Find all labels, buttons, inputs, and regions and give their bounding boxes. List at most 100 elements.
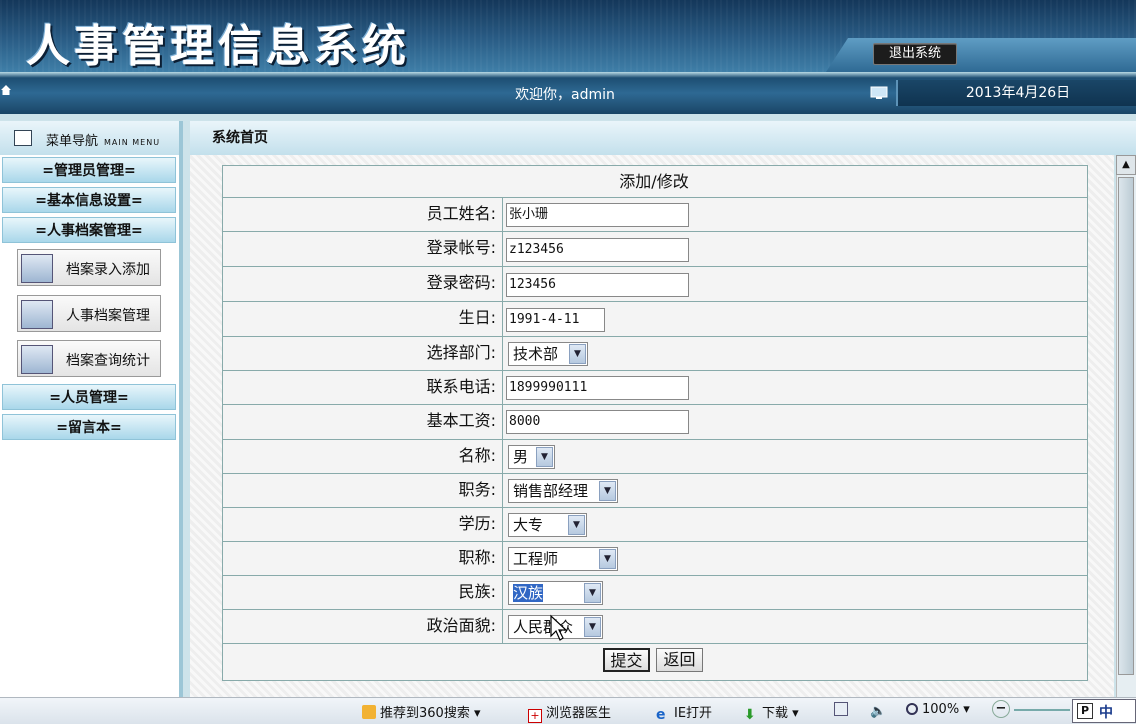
menu-title: 菜单导航 MAIN MENU — [46, 130, 160, 149]
status-label: 推荐到360搜索 — [380, 706, 470, 721]
job-title-select[interactable]: 工程师 ▼ — [508, 547, 618, 571]
status-download[interactable]: ⬇ 下载 ▾ — [744, 702, 799, 722]
dropdown-arrow-icon[interactable]: ▼ — [568, 515, 585, 535]
position-select[interactable]: 销售部经理 ▼ — [508, 479, 618, 503]
form-row-account: 登录帐号: z123456 — [222, 231, 1088, 266]
form-row-name: 员工姓名: 张小珊 — [222, 197, 1088, 232]
current-date: 2013年4月26日 — [896, 80, 1136, 106]
speaker-icon: 🔈 — [870, 704, 887, 719]
status-ie-open[interactable]: e IE打开 — [656, 702, 712, 722]
dropdown-arrow-icon[interactable]: ▼ — [584, 617, 601, 637]
dropdown-arrow-icon[interactable]: ▼ — [536, 447, 553, 467]
sidebar-category-personnel[interactable]: =人员管理= — [2, 384, 176, 410]
field-label: 登录密码: — [222, 267, 503, 301]
sidebar-category-guestbook[interactable]: =留言本= — [2, 414, 176, 440]
browser-status-bar: 推荐到360搜索 ▾ + 浏览器医生 e IE打开 ⬇ 下载 ▾ 🔈 100% ▾ − — [0, 697, 1136, 724]
logout-button[interactable]: 退出系统 — [873, 43, 957, 65]
status-zoom[interactable]: 100% ▾ — [906, 702, 970, 717]
field-label: 职称: — [222, 542, 503, 576]
menu-title-text: 菜单导航 — [46, 134, 99, 149]
gender-select[interactable]: 男 ▼ — [508, 445, 555, 469]
dropdown-arrow-icon[interactable]: ▼ — [584, 583, 601, 603]
field-label: 生日: — [222, 302, 503, 336]
form-row-position: 职务: 销售部经理 ▼ — [222, 473, 1088, 508]
birthday-input[interactable]: 1991-4-11 — [506, 308, 605, 332]
login-account-input[interactable]: z123456 — [506, 238, 689, 262]
user-card-icon — [21, 345, 53, 374]
form-row-title: 职称: 工程师 ▼ — [222, 541, 1088, 576]
ime-indicator[interactable]: P 中 — [1072, 699, 1136, 723]
scroll-up-icon[interactable]: ▲ — [1116, 155, 1136, 175]
ie-icon: e — [656, 707, 666, 723]
field-label: 名称: — [222, 440, 503, 474]
mouse-cursor-icon — [550, 614, 568, 641]
form-row-department: 选择部门: 技术部 ▼ — [222, 336, 1088, 371]
select-value: 工程师 — [513, 550, 559, 568]
form-row-password: 登录密码: 123456 — [222, 266, 1088, 301]
status-label: 下载 — [762, 706, 789, 721]
base-salary-input[interactable]: 8000 — [506, 410, 689, 434]
form-row-birthday: 生日: 1991-4-11 — [222, 301, 1088, 336]
ethnicity-select[interactable]: 汉族 ▼ — [508, 581, 603, 605]
ime-logo-icon: P — [1077, 703, 1093, 719]
sidebar-item-archive-add[interactable]: 档案录入添加 — [17, 249, 161, 286]
sidebar-item-archive-manage[interactable]: 人事档案管理 — [17, 295, 161, 332]
breadcrumb[interactable]: 系统首页 — [212, 127, 268, 147]
employee-name-input[interactable]: 张小珊 — [506, 203, 689, 227]
form-row-gender: 名称: 男 ▼ — [222, 439, 1088, 474]
field-label: 登录帐号: — [222, 232, 503, 266]
education-select[interactable]: 大专 ▼ — [508, 513, 587, 537]
first-aid-icon: + — [528, 709, 542, 723]
menu-icon — [14, 130, 32, 146]
form-row-actions: 提交 返回 — [222, 643, 1088, 679]
sidebar-item-label: 档案查询统计 — [66, 353, 150, 369]
menu-title-en: MAIN MENU — [104, 138, 161, 147]
sidebar-category-archives[interactable]: =人事档案管理= — [2, 217, 176, 243]
select-value: 大专 — [513, 516, 544, 534]
window-icon — [834, 702, 848, 716]
back-button[interactable]: 返回 — [656, 648, 703, 672]
form-row-political: 政治面貌: 人民群众 ▼ — [222, 609, 1088, 644]
home-icon[interactable] — [0, 84, 12, 96]
form-row-ethnicity: 民族: 汉族 ▼ — [222, 575, 1088, 610]
sidebar-item-label: 档案录入添加 — [66, 262, 150, 278]
dropdown-arrow-icon[interactable]: ▼ — [569, 344, 586, 364]
status-sound[interactable]: 🔈 — [870, 702, 888, 719]
phone-input[interactable]: 1899990111 — [506, 376, 689, 400]
form-title: 添加/修改 — [619, 172, 689, 191]
sidebar-category-admin[interactable]: =管理员管理= — [2, 157, 176, 183]
select-value: 男 — [513, 448, 529, 466]
select-value: 销售部经理 — [513, 482, 589, 500]
sidebar-item-label: 人事档案管理 — [66, 308, 150, 324]
status-browser-doctor[interactable]: + 浏览器医生 — [528, 702, 611, 723]
form-row-salary: 基本工资: 8000 — [222, 404, 1088, 439]
zoom-slider[interactable] — [1014, 709, 1070, 711]
zoom-out-button[interactable]: − — [992, 700, 1010, 718]
dropdown-arrow-icon[interactable]: ▼ — [599, 549, 616, 569]
welcome-text: 欢迎你，admin — [515, 87, 615, 103]
field-label: 民族: — [222, 576, 503, 610]
submit-button[interactable]: 提交 — [603, 648, 650, 672]
form-row-phone: 联系电话: 1899990111 — [222, 370, 1088, 405]
sidebar-item-archive-stats[interactable]: 档案查询统计 — [17, 340, 161, 377]
dropdown-arrow-icon[interactable]: ▼ — [599, 481, 616, 501]
sidebar-category-basic-settings[interactable]: =基本信息设置= — [2, 187, 176, 213]
select-value: 汉族 — [513, 584, 544, 602]
content-header — [190, 121, 1136, 155]
ime-mode: 中 — [1099, 705, 1113, 721]
status-label: IE打开 — [674, 706, 713, 721]
select-value: 技术部 — [513, 345, 559, 363]
login-password-input[interactable]: 123456 — [506, 273, 689, 297]
field-label: 政治面貌: — [222, 610, 503, 644]
app-title: 人事管理信息系统 — [26, 21, 410, 72]
zoom-icon — [906, 703, 918, 715]
field-label: 员工姓名: — [222, 198, 503, 232]
department-select[interactable]: 技术部 ▼ — [508, 342, 588, 366]
scrollbar-thumb[interactable] — [1118, 177, 1134, 675]
status-window-icon[interactable] — [834, 702, 852, 718]
status-360-search[interactable]: 推荐到360搜索 ▾ — [362, 702, 481, 721]
status-label: 100% — [922, 702, 960, 717]
user-card-icon — [21, 254, 53, 283]
download-icon: ⬇ — [744, 707, 756, 723]
monitor-icon — [870, 86, 888, 99]
